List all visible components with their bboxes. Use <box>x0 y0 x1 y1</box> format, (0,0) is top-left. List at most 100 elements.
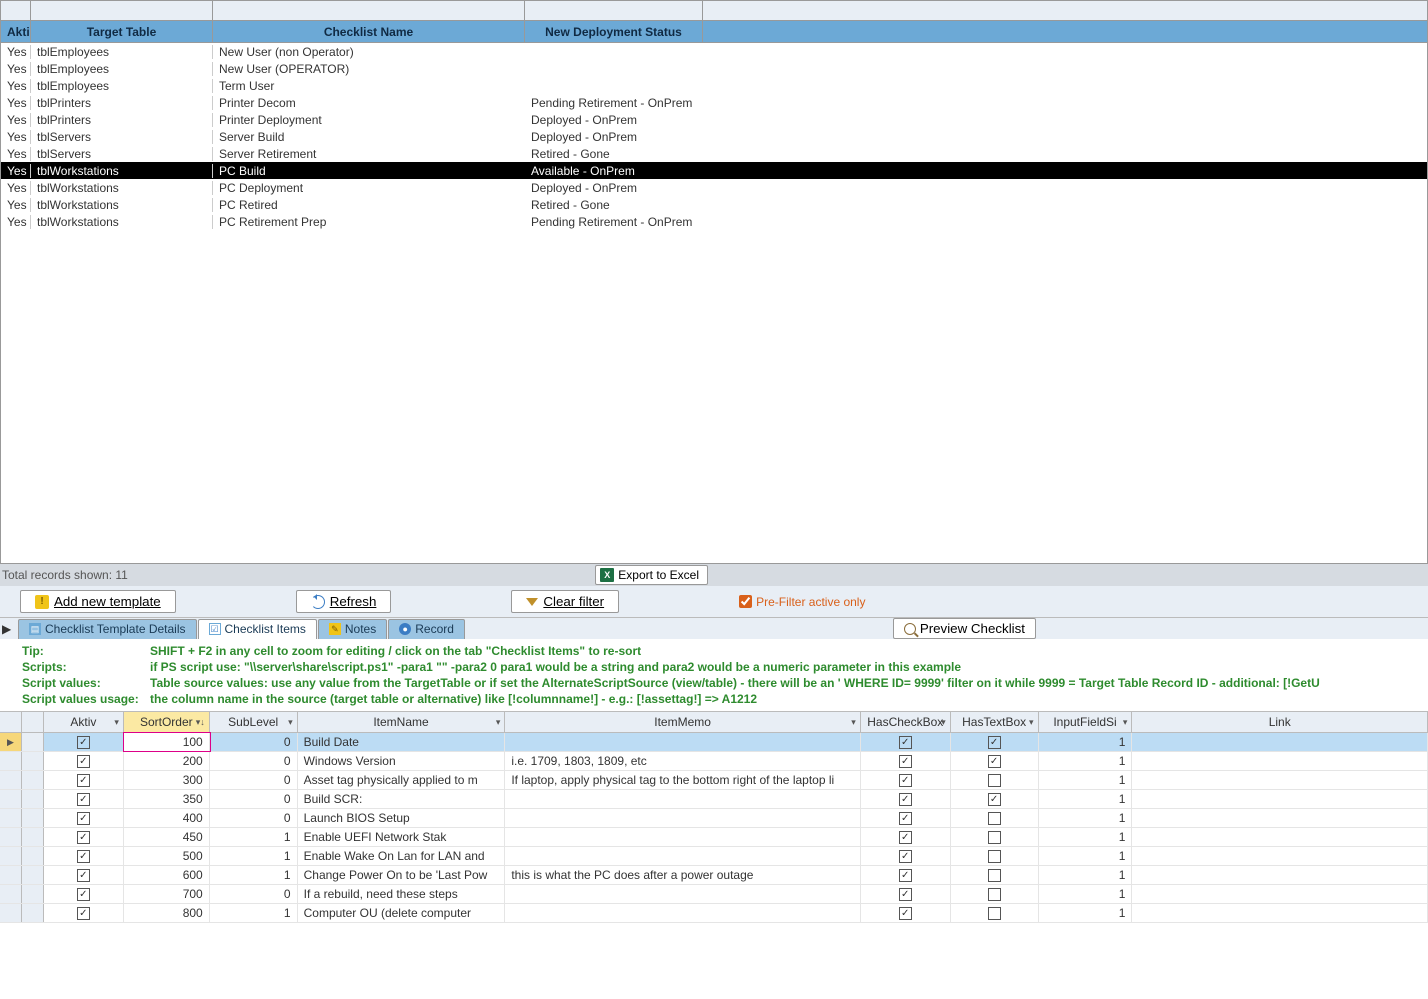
cell-sublevel[interactable]: 0 <box>210 809 298 827</box>
row-edit[interactable] <box>22 904 44 922</box>
col-inputfieldsize[interactable]: InputFieldSi▾ <box>1039 712 1133 732</box>
cell-hascheckbox[interactable]: ✓ <box>861 885 951 903</box>
col-sublevel[interactable]: SubLevel▾ <box>210 712 298 732</box>
col-deployment-status[interactable]: New Deployment Status <box>525 21 703 42</box>
cell-sortorder[interactable]: 100 <box>124 733 210 751</box>
table-row[interactable]: YestblWorkstationsPC Retirement PrepPend… <box>1 213 1427 230</box>
cell-checklist-name[interactable]: PC Retirement Prep <box>213 215 525 229</box>
col-link[interactable]: Link <box>1132 712 1428 732</box>
cell-sublevel[interactable]: 1 <box>210 866 298 884</box>
table-row[interactable]: ✓4501Enable UEFI Network Stak✓1 <box>0 828 1428 847</box>
checkbox-icon[interactable]: ✓ <box>988 736 1001 749</box>
checkbox-icon[interactable] <box>988 812 1001 825</box>
cell-target-table[interactable]: tblPrinters <box>31 96 213 110</box>
checkbox-icon[interactable] <box>988 907 1001 920</box>
col-hascheckbox[interactable]: HasCheckBox▾ <box>861 712 951 732</box>
cell-aktiv[interactable]: Yes <box>1 96 31 110</box>
cell-itemmemo[interactable]: i.e. 1709, 1803, 1809, etc <box>505 752 860 770</box>
cell-checklist-name[interactable]: New User (OPERATOR) <box>213 62 525 76</box>
cell-aktiv[interactable]: Yes <box>1 181 31 195</box>
cell-itemname[interactable]: Build SCR: <box>298 790 506 808</box>
cell-hastextbox[interactable]: ✓ <box>951 790 1039 808</box>
checkbox-icon[interactable]: ✓ <box>899 793 912 806</box>
templates-grid-header[interactable]: Akti Target Table Checklist Name New Dep… <box>1 21 1427 43</box>
cell-aktiv[interactable]: Yes <box>1 198 31 212</box>
table-row[interactable]: YestblServersServer RetirementRetired - … <box>1 145 1427 162</box>
table-row[interactable]: ✓8001Computer OU (delete computer✓1 <box>0 904 1428 923</box>
cell-target-table[interactable]: tblWorkstations <box>31 164 213 178</box>
table-row[interactable]: ✓5001Enable Wake On Lan for LAN and✓1 <box>0 847 1428 866</box>
cell-itemmemo[interactable] <box>505 885 860 903</box>
cell-hascheckbox[interactable]: ✓ <box>861 847 951 865</box>
cell-itemmemo[interactable] <box>505 790 860 808</box>
cell-checklist-name[interactable]: Printer Deployment <box>213 113 525 127</box>
cell-target-table[interactable]: tblWorkstations <box>31 198 213 212</box>
row-edit[interactable] <box>22 885 44 903</box>
table-row[interactable]: ✓7000If a rebuild, need these steps✓1 <box>0 885 1428 904</box>
checkbox-icon[interactable]: ✓ <box>899 812 912 825</box>
cell-itemmemo[interactable] <box>505 733 860 751</box>
row-edit[interactable] <box>22 809 44 827</box>
row-selector[interactable] <box>0 904 22 922</box>
cell-hastextbox[interactable] <box>951 885 1039 903</box>
tab-checklist-items[interactable]: ☑ Checklist Items <box>198 619 317 639</box>
cell-itemmemo[interactable] <box>505 828 860 846</box>
cell-sortorder[interactable]: 500 <box>124 847 210 865</box>
dropdown-icon[interactable]: ▾ <box>941 717 946 728</box>
cell-hascheckbox[interactable]: ✓ <box>861 790 951 808</box>
checkbox-icon[interactable] <box>988 850 1001 863</box>
table-row[interactable]: YestblWorkstationsPC RetiredRetired - Go… <box>1 196 1427 213</box>
cell-itemname[interactable]: Enable Wake On Lan for LAN and <box>298 847 506 865</box>
cell-hascheckbox[interactable]: ✓ <box>861 828 951 846</box>
cell-link[interactable] <box>1132 885 1428 903</box>
cell-aktiv[interactable]: ✓ <box>44 733 124 751</box>
table-row[interactable]: YestblEmployeesNew User (OPERATOR) <box>1 60 1427 77</box>
dropdown-icon[interactable]: ▾ <box>288 717 293 728</box>
cell-hastextbox[interactable] <box>951 828 1039 846</box>
cell-sublevel[interactable]: 0 <box>210 771 298 789</box>
cell-checklist-name[interactable]: Term User <box>213 79 525 93</box>
cell-sortorder[interactable]: 700 <box>124 885 210 903</box>
row-edit[interactable] <box>22 771 44 789</box>
dropdown-icon[interactable]: ▾ <box>114 717 119 728</box>
checkbox-icon[interactable]: ✓ <box>899 831 912 844</box>
cell-target-table[interactable]: tblWorkstations <box>31 215 213 229</box>
row-selector[interactable] <box>0 847 22 865</box>
preview-checklist-button[interactable]: Preview Checklist <box>893 618 1036 639</box>
cell-inputfieldsize[interactable]: 1 <box>1039 904 1133 922</box>
cell-checklist-name[interactable]: PC Deployment <box>213 181 525 195</box>
cell-checklist-name[interactable]: Server Build <box>213 130 525 144</box>
cell-link[interactable] <box>1132 904 1428 922</box>
cell-aktiv[interactable]: ✓ <box>44 752 124 770</box>
cell-sortorder[interactable]: 350 <box>124 790 210 808</box>
cell-inputfieldsize[interactable]: 1 <box>1039 809 1133 827</box>
cell-link[interactable] <box>1132 771 1428 789</box>
checkbox-icon[interactable]: ✓ <box>899 907 912 920</box>
clear-filter-button[interactable]: Clear filter <box>511 590 619 613</box>
cell-link[interactable] <box>1132 847 1428 865</box>
cell-target-table[interactable]: tblEmployees <box>31 79 213 93</box>
cell-aktiv[interactable]: Yes <box>1 215 31 229</box>
cell-aktiv[interactable]: ✓ <box>44 866 124 884</box>
cell-inputfieldsize[interactable]: 1 <box>1039 790 1133 808</box>
checkbox-icon[interactable]: ✓ <box>77 755 90 768</box>
cell-itemmemo[interactable] <box>505 847 860 865</box>
table-row[interactable]: ▶✓1000Build Date✓✓1 <box>0 733 1428 752</box>
checkbox-icon[interactable]: ✓ <box>899 755 912 768</box>
cell-itemmemo[interactable]: If laptop, apply physical tag to the bot… <box>505 771 860 789</box>
checkbox-icon[interactable] <box>988 888 1001 901</box>
cell-checklist-name[interactable]: Printer Decom <box>213 96 525 110</box>
cell-sortorder[interactable]: 200 <box>124 752 210 770</box>
cell-hastextbox[interactable] <box>951 866 1039 884</box>
col-aktiv[interactable]: Akti <box>1 21 31 42</box>
row-selector[interactable] <box>0 828 22 846</box>
cell-aktiv[interactable]: ✓ <box>44 790 124 808</box>
cell-aktiv[interactable]: ✓ <box>44 809 124 827</box>
prefilter-checkbox-input[interactable] <box>739 595 752 608</box>
checkbox-icon[interactable] <box>988 869 1001 882</box>
cell-deployment-status[interactable]: Available - OnPrem <box>525 164 703 178</box>
cell-inputfieldsize[interactable]: 1 <box>1039 866 1133 884</box>
table-row[interactable]: YestblWorkstationsPC BuildAvailable - On… <box>1 162 1427 179</box>
cell-inputfieldsize[interactable]: 1 <box>1039 752 1133 770</box>
cell-sublevel[interactable]: 1 <box>210 904 298 922</box>
